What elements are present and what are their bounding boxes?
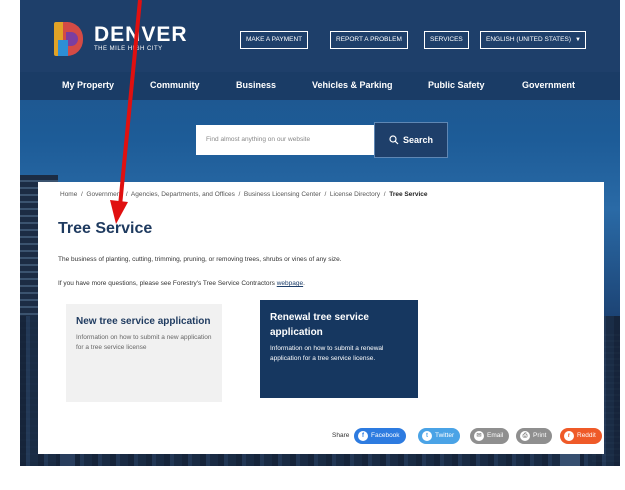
chevron-down-icon: ▼ [575,37,581,43]
nav-community[interactable]: Community [150,80,200,90]
search-icon [389,135,399,145]
share-reddit-button[interactable]: r Reddit [560,428,602,444]
share-email-button[interactable]: ✉ Email [470,428,510,444]
logo-tagline: THE MILE HIGH CITY [94,45,163,52]
email-icon: ✉ [474,431,484,441]
nav-my-property[interactable]: My Property [62,80,114,90]
facebook-icon: f [358,431,368,441]
language-label: ENGLISH (UNITED STATES) [486,36,571,43]
breadcrumb-current: Tree Service [389,191,428,198]
nav-government[interactable]: Government [522,80,575,90]
new-application-tile[interactable]: New tree service application Information… [66,304,222,402]
renewal-application-tile[interactable]: Renewal tree service application Informa… [260,300,418,398]
renewal-application-text: Information on how to submit a renewal a… [270,345,384,362]
new-application-text: Information on how to submit a new appli… [76,334,212,351]
search-button-label: Search [402,135,434,145]
forestry-webpage-link[interactable]: webpage [277,280,303,287]
language-select[interactable]: ENGLISH (UNITED STATES) ▼ [480,31,586,49]
search-button[interactable]: Search [374,122,448,158]
nav-public-safety[interactable]: Public Safety [428,80,485,90]
more-info-text: If you have more questions, please see F… [58,280,305,287]
page-title: Tree Service [58,220,153,237]
breadcrumb-business-licensing[interactable]: Business Licensing Center [244,191,321,198]
new-application-title: New tree service application [76,316,211,327]
share-facebook-button[interactable]: f Facebook [354,428,406,444]
search-input[interactable]: Find almost anything on our website [196,125,374,155]
make-payment-button[interactable]: MAKE A PAYMENT [240,31,309,49]
breadcrumb-license-directory[interactable]: License Directory [330,191,380,198]
share-label: Share [332,432,350,439]
content-card: Home / Government / Agencies, Department… [38,182,604,454]
breadcrumb-government[interactable]: Government [86,191,122,198]
main-navigation: My Property Community Business Vehicles … [20,72,620,100]
breadcrumb: Home / Government / Agencies, Department… [60,191,428,198]
site-header: DENVER THE MILE HIGH CITY MAKE A PAYMENT… [20,0,620,72]
logo-name: DENVER [94,22,188,46]
share-twitter-button[interactable]: t Twitter [418,428,461,444]
services-button[interactable]: SERVICES [424,31,469,49]
browser-page: DENVER THE MILE HIGH CITY MAKE A PAYMENT… [20,0,620,466]
print-icon: ⎙ [520,431,530,441]
reddit-icon: r [564,431,574,441]
breadcrumb-agencies[interactable]: Agencies, Departments, and Offices [131,191,235,198]
denver-logo[interactable]: DENVER THE MILE HIGH CITY [54,22,188,56]
nav-vehicles-parking[interactable]: Vehicles & Parking [312,80,393,90]
share-print-button[interactable]: ⎙ Print [516,428,553,444]
report-problem-button[interactable]: REPORT A PROBLEM [330,31,408,49]
page-description: The business of planting, cutting, trimm… [58,256,342,263]
breadcrumb-home[interactable]: Home [60,191,77,198]
twitter-icon: t [422,431,432,441]
denver-logo-icon [54,22,86,56]
nav-business[interactable]: Business [236,80,276,90]
renewal-application-title: Renewal tree service application [270,312,369,338]
